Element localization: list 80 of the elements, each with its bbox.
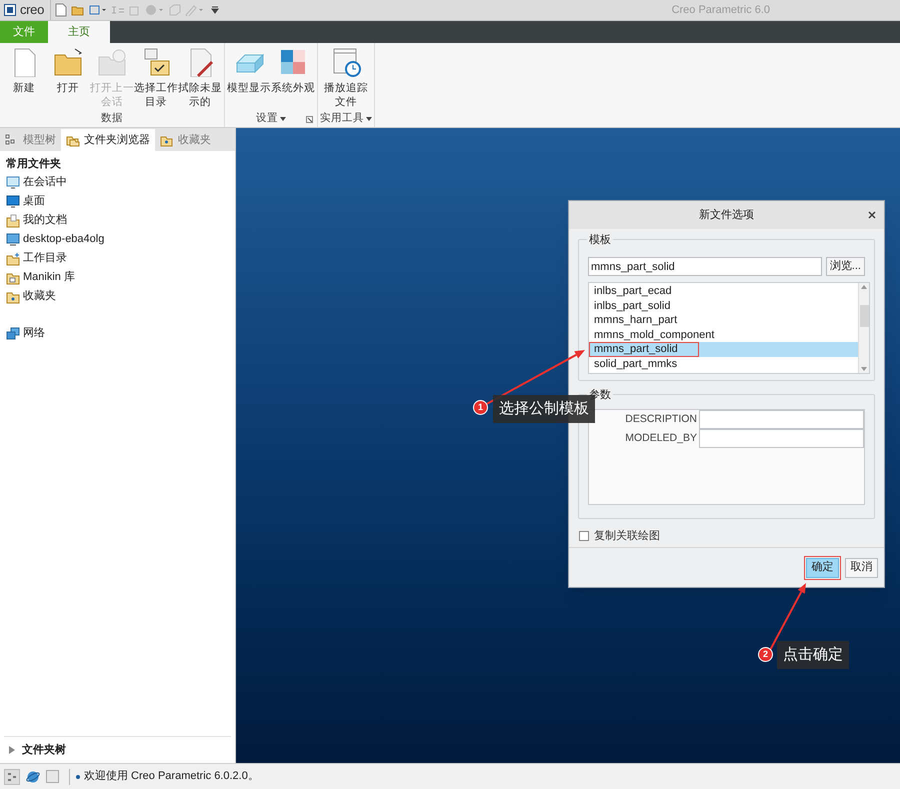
open-folder-icon[interactable] — [71, 4, 85, 16]
monitor-icon — [6, 176, 20, 190]
panel-tab[interactable]: 文件夹浏览器 — [61, 129, 155, 151]
list-item[interactable]: inlbs_part_ecad — [589, 284, 858, 298]
list-item[interactable]: mmns_harn_part — [589, 313, 858, 328]
caret-icon — [280, 117, 286, 121]
callout-label: 选择公制模板 — [493, 395, 595, 423]
scroll-down-icon[interactable] — [861, 365, 867, 373]
group-label[interactable]: 实用工具 — [320, 111, 372, 127]
ribbon-button[interactable]: 打开 — [46, 47, 90, 111]
panel-toggle-button[interactable] — [46, 770, 59, 783]
monitor-icon — [6, 232, 20, 246]
template-name-field[interactable]: mmns_part_solid — [588, 257, 822, 276]
dialog-button[interactable]: 确定 — [806, 558, 839, 578]
parameter-name: DESCRIPTION — [624, 412, 698, 427]
list-item[interactable]: solid_part_mmks — [589, 356, 858, 371]
new-file-icon[interactable] — [55, 3, 67, 17]
tree-toggle-button[interactable] — [4, 768, 20, 784]
folder-tree-label[interactable]: 文件夹树 — [22, 742, 66, 758]
ribbon-button[interactable]: 新建 — [2, 47, 46, 111]
caret-icon — [366, 117, 372, 121]
bullet-icon — [76, 774, 80, 778]
tree-icon — [7, 772, 17, 782]
window-title: Creo Parametric 6.0 — [672, 2, 770, 18]
document-clock-icon — [331, 47, 361, 77]
window-icon[interactable] — [89, 4, 107, 16]
folder-item[interactable]: desktop-eba4olg — [6, 230, 229, 249]
folder-icon — [6, 290, 20, 304]
dialog-title: 新文件选项 — [699, 208, 754, 223]
folder-item[interactable]: 我的文档 — [6, 211, 229, 230]
callout-label: 点击确定 — [777, 641, 849, 669]
list-item[interactable]: mmns_part_solid — [589, 342, 699, 356]
folder-item[interactable]: 桌面 — [6, 192, 229, 211]
folder-item[interactable]: 在会话中 — [6, 173, 229, 192]
logo-icon — [4, 4, 16, 16]
ribbon-button[interactable]: 播放追踪文件 — [324, 47, 368, 111]
scroll-thumb[interactable] — [860, 305, 868, 327]
close-icon[interactable] — [868, 211, 876, 219]
network-icon — [6, 326, 20, 340]
open-folder-icon — [53, 47, 83, 77]
dimension-icon[interactable] — [111, 4, 125, 16]
ribbon-tab[interactable]: 主页 — [48, 21, 110, 43]
folder-item[interactable]: 网络 — [6, 324, 229, 343]
template-list[interactable]: inlbs_part_ecad inlbs_part_solid mmns_harn_part mmns_mold_component mmns_part_solid solid_part_mmks — [588, 282, 870, 374]
ribbon-button[interactable]: 拭除未显示的 — [178, 47, 222, 111]
dialog-button[interactable]: 取消 — [845, 558, 878, 578]
folders-icon — [66, 134, 80, 146]
status-message: 欢迎使用 Creo Parametric 6.0.2.0。 — [84, 768, 259, 784]
dialog-launcher-icon[interactable] — [306, 116, 313, 122]
ribbon-button[interactable]: 系统外观 — [271, 47, 315, 111]
folder-item[interactable]: 收藏夹 — [6, 287, 229, 306]
scroll-up-icon[interactable] — [861, 283, 867, 291]
parameter-value-field[interactable] — [699, 410, 864, 429]
color-squares-icon — [278, 47, 308, 77]
app-logo: creo — [20, 1, 44, 20]
ribbon-button[interactable]: 选择工作目录 — [134, 47, 178, 111]
box-outline-icon[interactable] — [169, 4, 181, 16]
collapsed-triangle-icon[interactable] — [8, 746, 16, 754]
list-item[interactable]: mmns_mold_component — [589, 328, 858, 342]
parameter-name: MODELED_BY — [624, 431, 698, 446]
star-folder-icon — [160, 134, 174, 146]
folder-icon — [6, 270, 20, 284]
folder-clock-icon — [97, 47, 127, 77]
monitor-icon — [6, 194, 20, 208]
folder-item[interactable]: 工作目录 — [6, 249, 229, 268]
sphere-icon[interactable] — [145, 4, 165, 16]
group-label[interactable]: 设置 — [256, 111, 286, 127]
ribbon-button[interactable]: 模型显示 — [227, 47, 271, 111]
section-heading: 常用文件夹 — [6, 156, 62, 172]
parameter-value-field[interactable] — [699, 429, 864, 448]
browse-button[interactable]: 浏览... — [826, 257, 865, 276]
folder-star-icon — [6, 252, 20, 266]
list-item[interactable]: inlbs_part_solid — [589, 298, 858, 313]
group-label: 数据 — [101, 111, 123, 126]
scrollbar[interactable] — [858, 283, 869, 373]
globe-icon[interactable] — [26, 770, 40, 784]
folder-document-icon — [6, 214, 20, 228]
copy-drawing-checkbox[interactable]: 复制关联绘图 — [579, 528, 875, 544]
customize-menu-icon[interactable] — [209, 4, 221, 16]
folder-item[interactable]: Manikin 库 — [6, 268, 229, 287]
